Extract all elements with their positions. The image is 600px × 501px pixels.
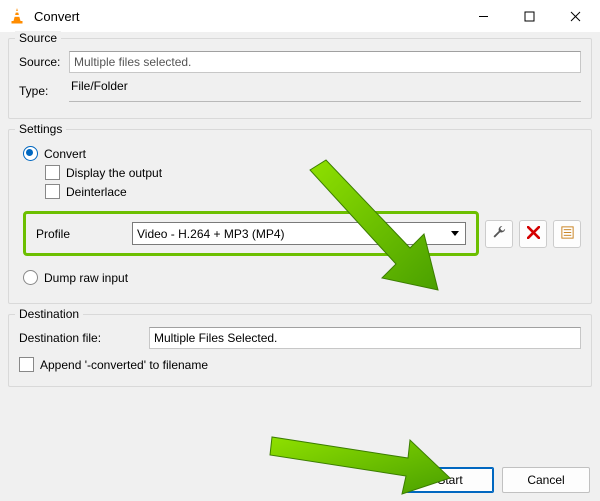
dump-radio-row[interactable]: Dump raw input — [23, 270, 581, 285]
radio-icon — [23, 270, 38, 285]
radio-icon-checked — [23, 146, 38, 161]
dialog-button-bar: Start Cancel — [406, 467, 590, 493]
settings-group: Settings Convert Display the output Dein… — [8, 129, 592, 304]
new-profile-button[interactable] — [553, 220, 581, 248]
profile-label: Profile — [36, 227, 116, 241]
convert-radio-row[interactable]: Convert — [23, 146, 581, 161]
source-label: Source: — [19, 55, 69, 69]
checkbox-icon — [45, 165, 60, 180]
maximize-button[interactable] — [506, 0, 552, 32]
type-label: Type: — [19, 84, 69, 98]
destination-file-value: Multiple Files Selected. — [154, 331, 277, 345]
vlc-cone-icon — [8, 7, 26, 25]
destination-file-label: Destination file: — [19, 331, 139, 345]
x-icon — [527, 226, 540, 242]
display-output-label: Display the output — [66, 166, 162, 180]
destination-group: Destination Destination file: Multiple F… — [8, 314, 592, 387]
source-group-title: Source — [15, 31, 61, 45]
chevron-down-icon — [451, 231, 459, 236]
source-value: Multiple files selected. — [74, 55, 191, 69]
destination-group-title: Destination — [15, 307, 83, 321]
profile-highlight-box: Profile Video - H.264 + MP3 (MP4) — [23, 211, 479, 256]
profile-combobox[interactable]: Video - H.264 + MP3 (MP4) — [132, 222, 466, 245]
new-profile-icon — [560, 225, 575, 243]
deinterlace-label: Deinterlace — [66, 185, 127, 199]
delete-profile-button[interactable] — [519, 220, 547, 248]
settings-group-title: Settings — [15, 122, 66, 136]
source-field[interactable]: Multiple files selected. — [69, 51, 581, 73]
title-bar: Convert — [0, 0, 600, 32]
source-group: Source Source: Multiple files selected. … — [8, 38, 592, 119]
type-value: File/Folder — [69, 79, 581, 102]
convert-radio-label: Convert — [44, 147, 86, 161]
checkbox-icon — [19, 357, 34, 372]
checkbox-icon — [45, 184, 60, 199]
minimize-button[interactable] — [460, 0, 506, 32]
cancel-button[interactable]: Cancel — [502, 467, 590, 493]
edit-profile-button[interactable] — [485, 220, 513, 248]
start-button[interactable]: Start — [406, 467, 494, 493]
dump-radio-label: Dump raw input — [44, 271, 128, 285]
deinterlace-checkbox-row[interactable]: Deinterlace — [45, 184, 581, 199]
append-label: Append '-converted' to filename — [40, 358, 208, 372]
display-output-checkbox-row[interactable]: Display the output — [45, 165, 581, 180]
wrench-icon — [492, 225, 507, 243]
close-button[interactable] — [552, 0, 598, 32]
append-checkbox-row[interactable]: Append '-converted' to filename — [19, 357, 581, 372]
profile-selected-value: Video - H.264 + MP3 (MP4) — [137, 227, 285, 241]
destination-file-field[interactable]: Multiple Files Selected. — [149, 327, 581, 349]
window-title: Convert — [34, 9, 80, 24]
